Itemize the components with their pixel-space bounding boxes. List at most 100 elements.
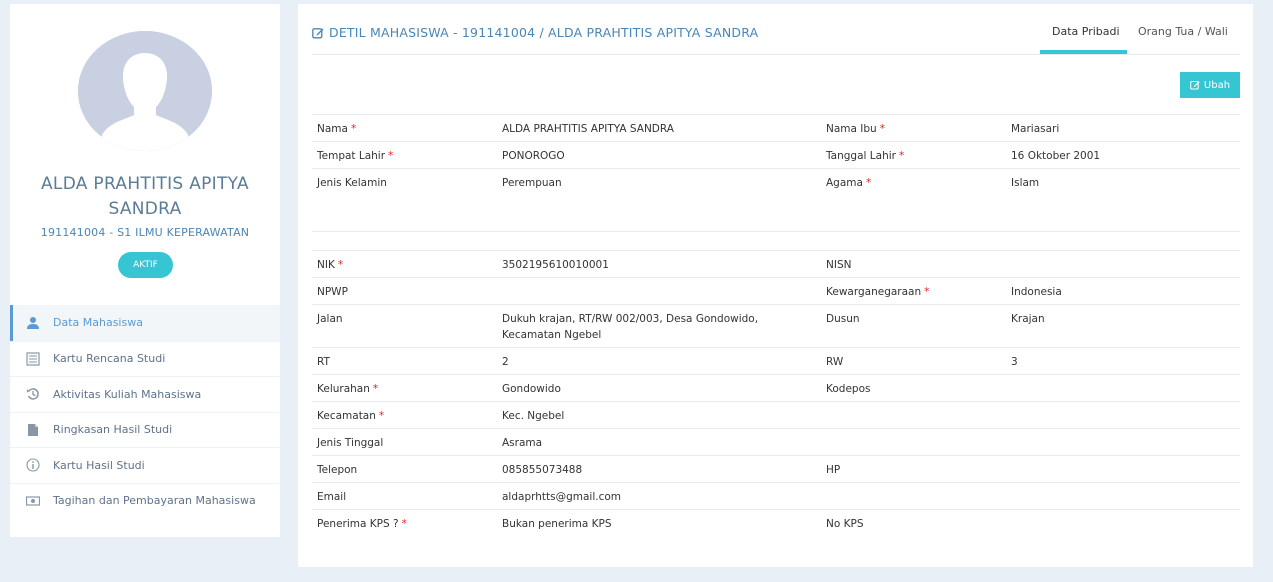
field-value-text: Bukan penerima KPS xyxy=(502,518,612,530)
menu-item-tagihan-pembayaran[interactable]: Tagihan dan Pembayaran Mahasiswa xyxy=(10,482,280,519)
field-value: Bukan penerima KPS xyxy=(497,509,821,536)
field-label: NPWP xyxy=(312,277,497,305)
table-row: Tempat Lahir * PONOROGO Tanggal Lahir * 16 Ok… xyxy=(312,141,1240,169)
field-value-text: 16 Oktober 2001 xyxy=(1011,150,1101,162)
required-mark: * xyxy=(337,259,344,271)
required-mark: * xyxy=(879,123,885,135)
field-value xyxy=(1006,428,1240,456)
tab-orang-tua-wali[interactable]: Orang Tua / Wali xyxy=(1138,25,1228,38)
menu-item-data-mahasiswa[interactable]: Data Mahasiswa xyxy=(10,305,280,341)
field-label: Jenis Tinggal xyxy=(312,428,497,456)
field-label: Penerima KPS ? * xyxy=(312,509,497,536)
field-label xyxy=(821,428,1006,456)
field-value: Indonesia xyxy=(1006,277,1240,305)
required-mark: * xyxy=(898,150,905,162)
status-badge: AKTIF xyxy=(118,252,173,278)
field-value-text: Gondowido xyxy=(502,383,561,395)
profile-sidebar: ALDA PRAHTITIS APITYA SANDRA 191141004 -… xyxy=(10,4,280,537)
field-label-text: Tempat Lahir xyxy=(317,150,386,162)
field-value: Gondowido xyxy=(497,374,821,402)
menu-item-label: Kartu Hasil Studi xyxy=(53,458,145,472)
history-icon xyxy=(25,386,41,402)
field-value xyxy=(497,277,821,305)
field-value-text: Krajan xyxy=(1011,313,1045,325)
field-label xyxy=(821,401,1006,429)
field-value: 085855073488 xyxy=(497,455,821,483)
field-label: No KPS xyxy=(821,509,1006,536)
table-row: Telepon 085855073488 HP xyxy=(312,455,1240,483)
detail-panel: DETIL MAHASISWA - 191141004 / ALDA PRAHT… xyxy=(298,4,1253,567)
field-label-text: Jalan xyxy=(317,313,343,325)
field-value: Islam xyxy=(1006,168,1240,195)
required-mark: * xyxy=(924,286,930,298)
field-label-text: Tanggal Lahir xyxy=(826,150,896,162)
field-label: Tanggal Lahir * xyxy=(821,141,1006,169)
menu-item-label: Ringkasan Hasil Studi xyxy=(53,423,173,437)
field-value-text: aldaprhtts@gmail.com xyxy=(502,491,622,503)
field-value: ALDA PRAHTITIS APITYA SANDRA xyxy=(497,114,821,142)
field-label-text: Kewarganegaraan xyxy=(826,286,922,298)
field-value-text: ALDA PRAHTITIS APITYA SANDRA xyxy=(502,123,674,135)
field-label: Agama * xyxy=(821,168,1006,195)
field-value xyxy=(1006,401,1240,429)
menu-item-kartu-rencana-studi[interactable]: Kartu Rencana Studi xyxy=(10,340,280,377)
field-label: Jalan xyxy=(312,304,497,348)
field-value-text: PONOROGO xyxy=(502,150,565,162)
field-label: Nama Ibu * xyxy=(821,114,1006,142)
table-row: Nama * ALDA PRAHTITIS APITYA SANDRA Nama Ib… xyxy=(312,114,1240,142)
edit-icon xyxy=(312,27,324,38)
field-value: Krajan xyxy=(1006,304,1240,348)
field-label: Nama * xyxy=(312,114,497,142)
table-row: Jenis Kelamin Perempuan Agama * Islam xyxy=(312,168,1240,195)
menu-item-aktivitas-kuliah[interactable]: Aktivitas Kuliah Mahasiswa xyxy=(10,376,280,412)
field-value-text: Asrama xyxy=(502,437,543,449)
menu-item-kartu-hasil-studi[interactable]: Kartu Hasil Studi xyxy=(10,447,280,483)
field-label-text: RT xyxy=(317,356,330,368)
field-label-text: Telepon xyxy=(317,464,358,476)
file-icon xyxy=(25,422,41,438)
field-label: Kodepos xyxy=(821,374,1006,402)
field-value-text: 085855073488 xyxy=(502,464,583,476)
field-label: RW xyxy=(821,347,1006,375)
profile-menu: Data Mahasiswa Kartu Rencana Studi Aktiv… xyxy=(10,305,280,518)
field-label-text: Jenis Tinggal xyxy=(317,437,384,449)
field-label-text: Kodepos xyxy=(826,383,871,395)
personal-info-table-1: Nama * ALDA PRAHTITIS APITYA SANDRA Nama Ib… xyxy=(312,114,1240,195)
edit-button[interactable]: Ubah xyxy=(1180,72,1240,98)
field-value: 3502195610010001 xyxy=(497,250,821,278)
menu-item-ringkasan-hasil-studi[interactable]: Ringkasan Hasil Studi xyxy=(10,411,280,448)
field-value: Dukuh krajan, RT/RW 002/003, Desa Gondow… xyxy=(497,304,821,348)
required-mark: * xyxy=(388,150,394,162)
field-value: Mariasari xyxy=(1006,114,1240,142)
field-value-text: 3502195610010001 xyxy=(502,259,609,271)
edit-button-label: Ubah xyxy=(1203,79,1231,91)
field-value xyxy=(1006,482,1240,510)
field-label: RT xyxy=(312,347,497,375)
field-label: Telepon xyxy=(312,455,497,483)
field-value-text: Mariasari xyxy=(1011,123,1060,135)
section-divider xyxy=(312,231,1240,232)
field-label-text: NPWP xyxy=(317,286,348,298)
field-value: aldaprhtts@gmail.com xyxy=(497,482,821,510)
field-value xyxy=(1006,250,1240,278)
field-value: 2 xyxy=(497,347,821,375)
field-value-text: Kec. Ngebel xyxy=(502,410,565,422)
list-icon xyxy=(25,351,41,367)
avatar xyxy=(78,31,212,151)
field-label-text: Nama xyxy=(317,123,348,135)
required-mark: * xyxy=(372,383,379,395)
field-label-text: Kecamatan xyxy=(317,410,376,422)
table-row: Kecamatan * Kec. Ngebel xyxy=(312,401,1240,429)
field-label-text: NIK xyxy=(317,259,335,271)
field-label-text: Penerima KPS ? xyxy=(317,518,399,530)
field-label-text: No KPS xyxy=(826,518,864,530)
field-value-text: Perempuan xyxy=(502,177,562,189)
table-row: Email aldaprhtts@gmail.com xyxy=(312,482,1240,510)
tab-data-pribadi[interactable]: Data Pribadi xyxy=(1052,25,1120,38)
field-label-text: NISN xyxy=(826,259,852,271)
field-label-text: Dusun xyxy=(826,313,860,325)
table-row: NPWP Kewarganegaraan * Indonesia xyxy=(312,277,1240,305)
active-tab-indicator xyxy=(1040,50,1127,54)
field-value: 3 xyxy=(1006,347,1240,375)
edit-icon xyxy=(1190,80,1200,90)
